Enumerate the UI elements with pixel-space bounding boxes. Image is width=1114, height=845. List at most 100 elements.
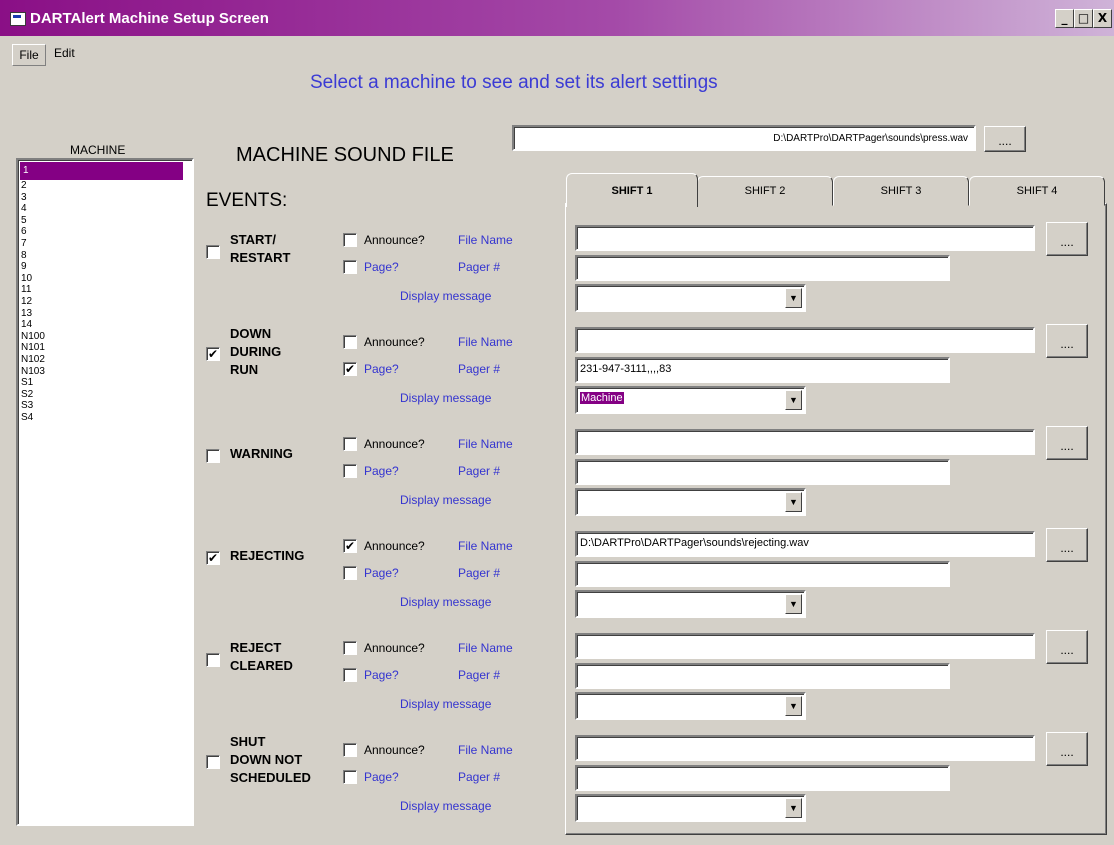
event-enable-checkbox[interactable] <box>206 245 220 259</box>
pager-number-label: Pager # <box>458 566 501 580</box>
list-item[interactable]: N102 <box>18 354 192 366</box>
tab-shift-2[interactable]: SHIFT 2 <box>697 176 833 206</box>
minimize-button[interactable]: _ <box>1055 9 1074 28</box>
page-checkbox[interactable] <box>343 770 357 784</box>
chevron-down-icon[interactable]: ▼ <box>785 594 802 614</box>
page-checkbox[interactable] <box>343 464 357 478</box>
event-name-line: REJECT <box>230 640 282 655</box>
chevron-down-icon[interactable]: ▼ <box>785 696 802 716</box>
display-message-label: Display message <box>400 391 492 405</box>
file-browse-button[interactable]: .... <box>1046 630 1088 664</box>
announce-checkbox[interactable] <box>343 335 357 349</box>
sound-file-input[interactable] <box>575 633 1035 659</box>
event-enable-checkbox[interactable]: ✔ <box>206 347 220 361</box>
display-message-select[interactable]: ▼ <box>575 488 806 516</box>
menu-edit[interactable]: Edit <box>54 44 75 62</box>
list-item[interactable]: 7 <box>18 238 192 250</box>
list-item[interactable]: S1 <box>18 377 192 389</box>
list-item[interactable]: 6 <box>18 226 192 238</box>
sound-browse-button[interactable]: .... <box>984 126 1026 152</box>
list-item[interactable]: 11 <box>18 284 192 296</box>
announce-checkbox[interactable] <box>343 743 357 757</box>
sound-file-input[interactable] <box>575 225 1035 251</box>
list-item[interactable]: 2 <box>18 180 192 192</box>
tab-shift-4[interactable]: SHIFT 4 <box>969 176 1105 206</box>
display-message-select[interactable]: ▼ <box>575 692 806 720</box>
list-item[interactable]: 1 <box>20 162 183 180</box>
page-checkbox[interactable]: ✔ <box>343 362 357 376</box>
file-browse-button[interactable]: .... <box>1046 732 1088 766</box>
event-enable-checkbox[interactable] <box>206 449 220 463</box>
announce-checkbox[interactable] <box>343 437 357 451</box>
display-message-select[interactable]: ▼ <box>575 284 806 312</box>
tab-shift-1[interactable]: SHIFT 1 <box>566 173 698 207</box>
machine-list[interactable]: 1 2 3 4 5 6 7 8 9 10 11 12 13 14 N100 N101 N102 N103 S1 S2 S… <box>16 158 194 826</box>
file-name-label: File Name <box>458 641 513 655</box>
event-name-line: START/ <box>230 232 276 247</box>
announce-checkbox[interactable] <box>343 233 357 247</box>
file-browse-button[interactable]: .... <box>1046 426 1088 460</box>
machine-sound-file-input[interactable]: D:\DARTPro\DARTPager\sounds\press.wav <box>512 125 976 151</box>
pager-number-input[interactable] <box>575 459 950 485</box>
list-item[interactable]: 12 <box>18 296 192 308</box>
list-item[interactable]: 10 <box>18 273 192 285</box>
pager-number-input[interactable] <box>575 561 950 587</box>
tab-shift-3[interactable]: SHIFT 3 <box>833 176 969 206</box>
pager-number-input[interactable] <box>575 255 950 281</box>
pager-number-label: Pager # <box>458 770 501 784</box>
page-checkbox[interactable] <box>343 668 357 682</box>
page-checkbox[interactable] <box>343 260 357 274</box>
list-item[interactable]: N101 <box>18 342 192 354</box>
list-item[interactable]: 9 <box>18 261 192 273</box>
chevron-down-icon[interactable]: ▼ <box>785 492 802 512</box>
chevron-down-icon[interactable]: ▼ <box>785 390 802 410</box>
events-title: EVENTS: <box>206 190 288 211</box>
event-name: REJECTING <box>230 547 304 565</box>
sound-file-input[interactable]: D:\DARTPro\DARTPager\sounds\rejecting.wa… <box>575 531 1035 557</box>
list-item[interactable]: 5 <box>18 215 192 227</box>
page-checkbox[interactable] <box>343 566 357 580</box>
list-item[interactable]: 14 <box>18 319 192 331</box>
display-message-select[interactable]: ▼ <box>575 794 806 822</box>
pager-number-input[interactable]: 231-947-3111,,,,83 <box>575 357 950 383</box>
page-label: Page? <box>364 770 399 784</box>
chevron-down-icon[interactable]: ▼ <box>785 798 802 818</box>
pager-number-label: Pager # <box>458 464 501 478</box>
list-item[interactable]: 4 <box>18 203 192 215</box>
announce-label: Announce? <box>364 539 425 553</box>
list-item[interactable]: S2 <box>18 389 192 401</box>
app-icon[interactable] <box>10 12 26 26</box>
event-enable-checkbox[interactable] <box>206 653 220 667</box>
maximize-button[interactable]: □ <box>1074 9 1093 28</box>
menu-file[interactable]: File <box>12 44 46 66</box>
event-name: SHUT DOWN NOT SCHEDULED <box>230 733 311 787</box>
announce-checkbox[interactable] <box>343 641 357 655</box>
file-browse-button[interactable]: .... <box>1046 324 1088 358</box>
display-message-select[interactable]: Machine ▼ <box>575 386 806 414</box>
pager-number-input[interactable] <box>575 765 950 791</box>
announce-label: Announce? <box>364 641 425 655</box>
event-name-line: DOWN NOT <box>230 752 303 767</box>
file-browse-button[interactable]: .... <box>1046 528 1088 562</box>
display-message-select[interactable]: ▼ <box>575 590 806 618</box>
file-browse-button[interactable]: .... <box>1046 222 1088 256</box>
event-enable-checkbox[interactable] <box>206 755 220 769</box>
list-item[interactable]: 8 <box>18 250 192 262</box>
sound-file-input[interactable] <box>575 327 1035 353</box>
list-item[interactable]: N103 <box>18 366 192 378</box>
chevron-down-icon[interactable]: ▼ <box>785 288 802 308</box>
list-item[interactable]: S4 <box>18 412 192 424</box>
list-item[interactable]: S3 <box>18 400 192 412</box>
page-label: Page? <box>364 464 399 478</box>
announce-checkbox[interactable]: ✔ <box>343 539 357 553</box>
list-item[interactable]: N100 <box>18 331 192 343</box>
close-button[interactable]: X <box>1093 9 1112 28</box>
file-name-label: File Name <box>458 437 513 451</box>
event-enable-checkbox[interactable]: ✔ <box>206 551 220 565</box>
display-message-label: Display message <box>400 289 492 303</box>
list-item[interactable]: 13 <box>18 308 192 320</box>
sound-file-input[interactable] <box>575 429 1035 455</box>
list-item[interactable]: 3 <box>18 192 192 204</box>
pager-number-input[interactable] <box>575 663 950 689</box>
sound-file-input[interactable] <box>575 735 1035 761</box>
